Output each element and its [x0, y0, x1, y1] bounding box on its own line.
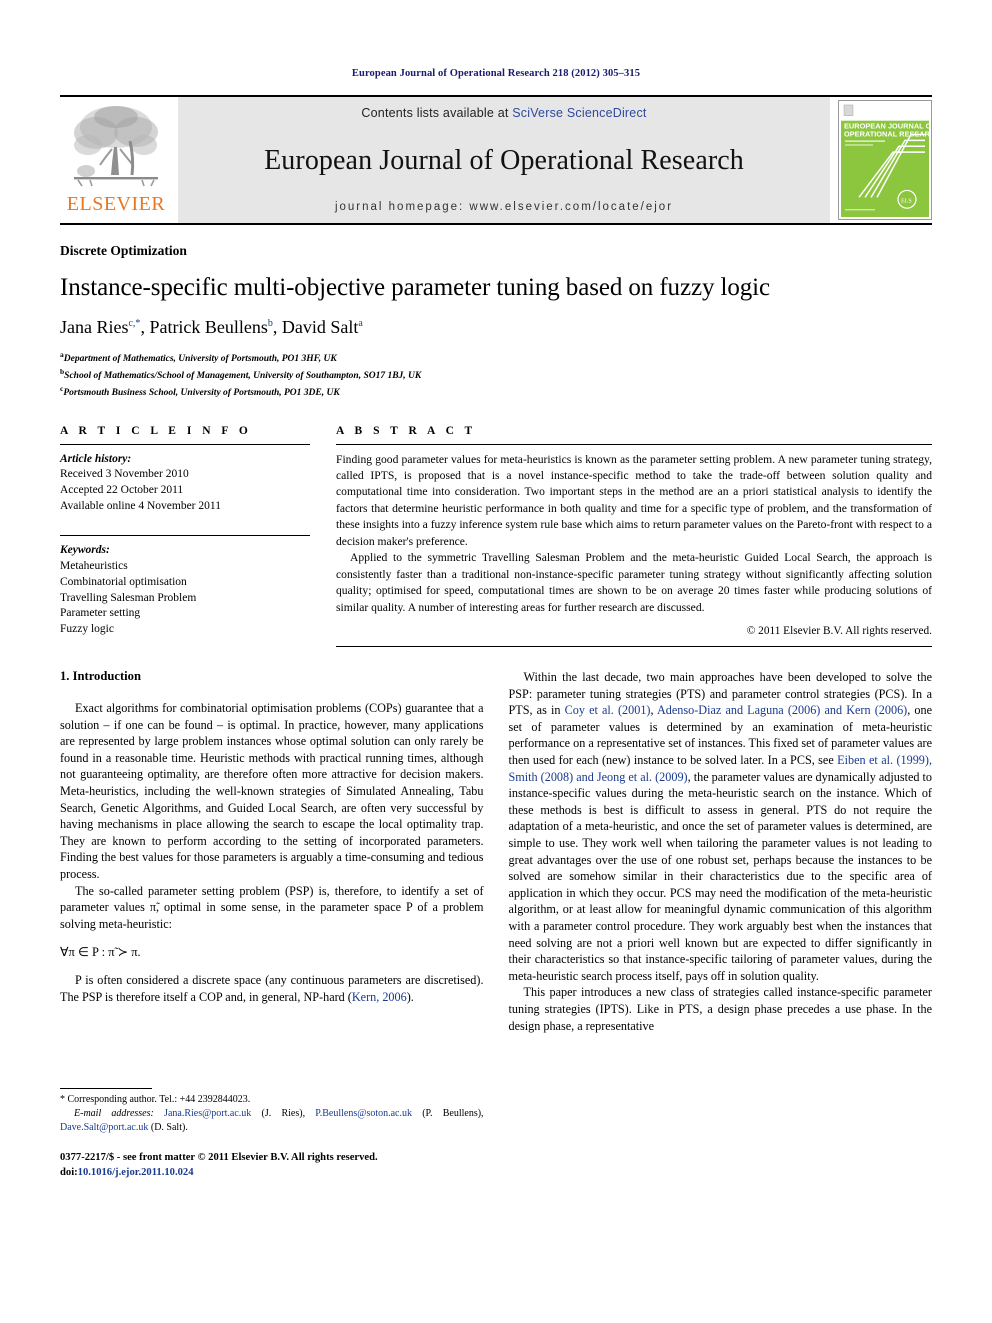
body-columns: 1. Introduction Exact algorithms for com…: [60, 669, 932, 1181]
running-head: European Journal of Operational Research…: [351, 68, 641, 79]
author-1-name: Patrick Beullens: [149, 316, 268, 337]
affiliation-item: bSchool of Mathematics/School of Managem…: [60, 367, 932, 384]
history-item: Received 3 November 2010: [60, 468, 189, 481]
keywords-group: Keywords: Metaheuristics Combinatorial o…: [60, 543, 310, 638]
keywords-label: Keywords:: [60, 543, 110, 556]
abstract-column: A B S T R A C T Finding good parameter v…: [336, 425, 932, 648]
intro-after-eq-text: P is often considered a discrete space (…: [60, 973, 484, 1004]
keyword-item: Metaheuristics: [60, 559, 128, 572]
journal-masthead: ELSEVIER Contents lists available at Sci…: [60, 95, 932, 223]
contents-prefix: Contents lists available at: [361, 106, 513, 120]
citation-link[interactable]: Kern, 2006: [352, 990, 407, 1004]
equation-psp: ∀π ∈ P : π̃ ≻ π.: [60, 945, 141, 960]
contents-lists-line: Contents lists available at SciVerse Sci…: [361, 106, 646, 120]
abstract-copyright: © 2011 Elsevier B.V. All rights reserved…: [746, 625, 932, 638]
affiliation-0-text: Department of Mathematics, University of…: [63, 353, 337, 364]
section-label: Discrete Optimization: [60, 243, 187, 258]
intro-paragraph: This paper introduces a new class of str…: [508, 985, 933, 1033]
issn-line: 0377-2217/$ - see front matter © 2011 El…: [60, 1151, 378, 1163]
email-note: E-mail addresses: Jana.Ries@port.ac.uk (…: [60, 1107, 484, 1133]
doi-value[interactable]: 10.1016/j.ejor.2011.10.024: [78, 1167, 194, 1178]
body-column-left: 1. Introduction Exact algorithms for com…: [60, 669, 484, 1181]
keyword-item: Travelling Salesman Problem: [60, 591, 197, 604]
sciencedirect-link[interactable]: SciVerse ScienceDirect: [512, 106, 646, 120]
issn-copyright-block: 0377-2217/$ - see front matter © 2011 El…: [60, 1151, 484, 1181]
article-history-group: Article history: Received 3 November 201…: [60, 452, 310, 515]
keyword-item: Fuzzy logic: [60, 623, 114, 636]
citation-link[interactable]: Adenso-Diaz and Laguna (2006) and Kern (…: [657, 703, 907, 717]
history-item: Available online 4 November 2011: [60, 500, 221, 513]
article-info-heading: A R T I C L E I N F O: [60, 424, 252, 437]
abstract-paragraph: Applied to the symmetric Travelling Sale…: [336, 551, 932, 614]
citation-link[interactable]: Eiben et al. (1999), Smith (2008) and Je…: [509, 753, 933, 784]
footnote-block: * Corresponding author. Tel.: +44 239284…: [60, 1087, 484, 1181]
email-person-2: (D. Salt): [150, 1121, 186, 1133]
doi-line: doi:10.1016/j.ejor.2011.10.024: [60, 1166, 484, 1181]
body-column-right: Within the last decade, two main approac…: [509, 669, 933, 1181]
corresponding-author-note: * Corresponding author. Tel.: +44 239284…: [60, 1093, 251, 1105]
journal-title: European Journal of Operational Research: [264, 144, 744, 176]
author-2-name: David Salt: [281, 316, 359, 337]
affiliation-item: aDepartment of Mathematics, University o…: [60, 350, 932, 367]
history-item: Accepted 22 October 2011: [60, 484, 184, 497]
elsevier-wordmark: ELSEVIER: [66, 193, 166, 215]
citation-link[interactable]: Coy et al. (2001): [565, 703, 651, 717]
info-abstract-section: A R T I C L E I N F O Article history: R…: [60, 425, 932, 648]
paper-page: European Journal of Operational Research…: [0, 0, 992, 1323]
affiliation-item: cPortsmouth Business School, University …: [60, 384, 932, 401]
intro-paragraph: Exact algorithms for combinatorial optim…: [60, 701, 484, 881]
introduction-heading: 1. Introduction: [60, 669, 141, 684]
affiliation-1-text: School of Mathematics/School of Manageme…: [64, 370, 422, 381]
article-history-label: Article history:: [60, 452, 132, 465]
keyword-item: Parameter setting: [60, 607, 141, 620]
email-label: E-mail addresses:: [74, 1107, 154, 1119]
doi-label: doi:: [60, 1166, 78, 1178]
journal-banner: Contents lists available at SciVerse Sci…: [178, 97, 830, 223]
email-person-1: (P. Beullens): [422, 1107, 482, 1119]
affiliation-2-text: Portsmouth Business School, University o…: [63, 387, 340, 398]
article-info-column: A R T I C L E I N F O Article history: R…: [60, 425, 310, 648]
journal-cover-thumbnail: EUROPEAN JOURNAL OF OPERATIONAL RESEARCH…: [838, 100, 932, 220]
author-sep-1: ,: [272, 316, 282, 337]
svg-text:ELS: ELS: [901, 198, 912, 204]
article-info-rule-mid: [60, 534, 310, 536]
keyword-item: Combinatorial optimisation: [60, 575, 187, 588]
intro-paragraph: Within the last decade, two main approac…: [508, 670, 933, 983]
elsevier-logo: ELSEVIER: [60, 97, 172, 223]
intro-paragraph-after-equation: P is often considered a discrete space (…: [60, 972, 484, 1005]
abstract-rule-bottom: [336, 646, 932, 648]
page-title: Instance-specific multi-objective parame…: [60, 274, 770, 301]
cover-art: EUROPEAN JOURNAL OF OPERATIONAL RESEARCH…: [841, 103, 929, 217]
email-address-1[interactable]: P.Beullens@soton.ac.uk: [315, 1108, 412, 1119]
abstract-body: Finding good parameter values for meta-h…: [336, 452, 932, 617]
elsevier-tree-icon: [74, 106, 158, 187]
affiliation-list: aDepartment of Mathematics, University o…: [60, 350, 932, 401]
author-0-marker: c,*: [128, 317, 141, 329]
email-address-0[interactable]: Jana.Ries@port.ac.uk: [164, 1108, 251, 1119]
email-person-0: (J. Ries): [261, 1107, 303, 1119]
article-info-rule-top: [60, 443, 310, 445]
email-address-2[interactable]: Dave.Salt@port.ac.uk: [60, 1122, 148, 1133]
abstract-heading: A B S T R A C T: [336, 424, 477, 437]
masthead-bottom-rule: [60, 223, 932, 225]
journal-homepage-link[interactable]: journal homepage: www.elsevier.com/locat…: [335, 201, 673, 213]
intro-paragraph: The so-called parameter setting problem …: [60, 883, 484, 931]
author-2-marker: a: [358, 317, 363, 329]
author-0-name: Jana Ries: [60, 316, 129, 337]
footnote-rule: [60, 1087, 152, 1089]
abstract-rule-top: [336, 443, 932, 445]
author-list: Jana Riesc,*, Patrick Beullensb, David S…: [60, 317, 932, 338]
abstract-paragraph: Finding good parameter values for meta-h…: [336, 452, 932, 548]
